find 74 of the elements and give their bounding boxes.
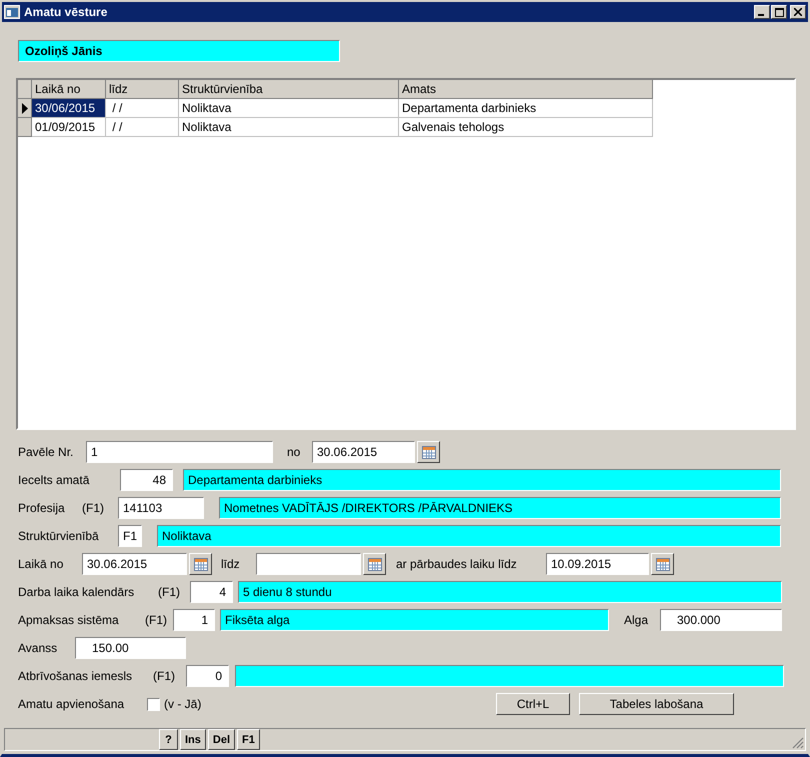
minimize-button[interactable]	[754, 5, 770, 19]
code-field[interactable]: 48	[120, 469, 173, 491]
checkbox-label: (v - Jā)	[164, 697, 202, 711]
f1-hint: (F1)	[82, 501, 105, 515]
maximize-button[interactable]	[771, 5, 787, 19]
table-cell: 30/06/2015	[32, 99, 106, 118]
row-indicator[interactable]	[18, 99, 32, 118]
f1-hint: (F1)	[153, 669, 176, 683]
action-button[interactable]: Ctrl+L	[496, 693, 570, 715]
table-cell: Departamenta darbinieks	[399, 99, 653, 118]
field-label: līdz	[221, 557, 241, 571]
calendar-button[interactable]	[189, 553, 212, 575]
calendar-button[interactable]	[363, 553, 386, 575]
date-field[interactable]: 10.09.2015	[546, 553, 649, 575]
calendar-icon	[194, 558, 208, 570]
employee-name: Ozoliņš Jānis	[18, 40, 340, 62]
field-label: Avanss	[18, 641, 58, 655]
close-button[interactable]	[790, 5, 806, 19]
field-label: Atbrīvošanas iemesls	[18, 669, 134, 683]
salary-field[interactable]: 300.000	[660, 609, 782, 631]
field-label: Struktūrvienībā	[18, 529, 100, 543]
field-label: Pavēle Nr.	[18, 445, 74, 459]
field-label: Alga	[624, 613, 650, 627]
close-icon	[794, 8, 802, 16]
calendar-button[interactable]	[651, 553, 674, 575]
field-label: Darba laika kalendārs	[18, 585, 136, 599]
date-field[interactable]: 30.06.2015	[312, 441, 415, 463]
table-cell: / /	[106, 118, 179, 137]
table-cell: 01/09/2015	[32, 118, 106, 137]
lookup-field: Nometnes VADĪTĀJS /DIREKTORS /PĀRVALDNIEKS	[219, 497, 781, 519]
shortcut-button[interactable]: Ins	[180, 729, 206, 750]
calendar-icon	[422, 446, 436, 458]
advance-field[interactable]: 150.00	[75, 637, 186, 659]
column-header[interactable]: Amats	[399, 80, 653, 99]
window-icon	[4, 5, 20, 19]
calendar-button[interactable]	[417, 441, 440, 463]
checkbox[interactable]	[147, 698, 160, 710]
field-label: Amatu apvienošana	[18, 697, 126, 711]
calendar-icon	[656, 558, 670, 570]
code-field[interactable]: 141103	[118, 497, 204, 519]
column-header[interactable]: Laikā no	[32, 80, 106, 99]
lookup-field: Noliktava	[157, 525, 781, 547]
shortcut-button[interactable]: Del	[208, 729, 236, 750]
field-label: no	[287, 445, 302, 459]
column-header[interactable]: Struktūrvienība	[179, 80, 399, 99]
lookup-field: 5 dienu 8 stundu	[238, 581, 782, 603]
shortcut-button[interactable]: F1	[237, 729, 260, 750]
date-field[interactable]: 30.06.2015	[82, 553, 187, 575]
action-button[interactable]: Tabeles labošana	[579, 693, 734, 715]
window-title: Amatu vēsture	[24, 5, 108, 19]
code-field[interactable]: F1	[118, 525, 142, 547]
code-field[interactable]: 4	[190, 581, 233, 603]
table-cell: Galvenais tehologs	[399, 118, 653, 137]
f1-hint: (F1)	[145, 613, 168, 627]
current-row-icon	[22, 102, 28, 114]
table-cell: / /	[106, 99, 179, 118]
maximize-icon	[774, 8, 784, 16]
lookup-field: Departamenta darbinieks	[183, 469, 781, 491]
column-header[interactable]: līdz	[106, 80, 179, 99]
code-field[interactable]: 1	[173, 609, 215, 631]
code-field[interactable]: 0	[186, 665, 229, 687]
order-number-field[interactable]: 1	[86, 441, 273, 463]
calendar-icon	[368, 558, 382, 570]
shortcut-button[interactable]: ?	[159, 729, 178, 750]
field-label: Apmaksas sistēma	[18, 613, 120, 627]
table-cell: Noliktava	[179, 118, 399, 137]
f1-hint: (F1)	[158, 585, 181, 599]
field-label: Laikā no	[18, 557, 64, 571]
field-label: ar pārbaudes laiku līdz	[396, 557, 518, 571]
lookup-field: Fiksēta alga	[220, 609, 609, 631]
field-label: Profesija	[18, 501, 66, 515]
date-field[interactable]	[256, 553, 361, 575]
field-label: Iecelts amatā	[18, 473, 90, 487]
table-cell: Noliktava	[179, 99, 399, 118]
